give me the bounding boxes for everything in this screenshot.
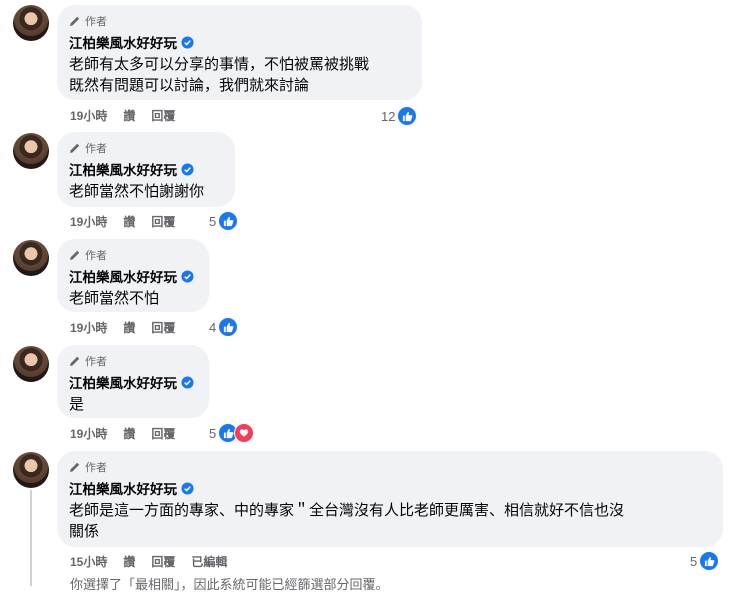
timestamp-link[interactable]: 19小時 (70, 213, 107, 230)
avatar[interactable] (13, 133, 49, 169)
filter-notice: 你選擇了「最相關」，因此系統可能已經篩選部分回覆。 (70, 577, 389, 592)
commenter-name[interactable]: 江柏樂風水好好玩 (69, 159, 177, 179)
author-badge: 作者 (69, 140, 223, 156)
comment-text: 老師當然不怕謝謝你 (69, 183, 205, 200)
reaction-summary[interactable]: 5 (209, 211, 239, 231)
comment-bubble: 作者 江柏樂風水好好玩 老師有太多可以分享的事情，不怕被罵被挑戰 既然有問題可以… (57, 5, 422, 100)
verified-badge-icon (181, 481, 194, 495)
like-reaction-icon (218, 211, 239, 231)
commenter-name[interactable]: 江柏樂風水好好玩 (69, 372, 177, 392)
author-badge: 作者 (69, 353, 197, 369)
comment-bubble: 作者 江柏樂風水好好玩 是 (57, 345, 209, 418)
timestamp-link[interactable]: 15小時 (70, 553, 107, 570)
reply-button[interactable]: 回覆 (151, 319, 175, 336)
pencil-icon (70, 16, 80, 26)
comment-text: 老師是這一方面的專家、中的專家＂全台灣沒有人比老師更厲害、相信就好不信也沒 關係 (69, 502, 625, 540)
reaction-count: 12 (381, 108, 396, 124)
verified-badge-icon (181, 269, 194, 283)
commenter-name[interactable]: 江柏樂風水好好玩 (69, 32, 177, 52)
comment-bubble: 作者 江柏樂風水好好玩 老師當然不怕 (57, 239, 209, 312)
reaction-summary[interactable]: 5 (209, 423, 255, 443)
timestamp-link[interactable]: 19小時 (70, 425, 107, 442)
reply-button[interactable]: 回覆 (151, 553, 175, 570)
verified-badge-icon (181, 35, 194, 49)
like-reaction-icon (218, 317, 239, 337)
commenter-name[interactable]: 江柏樂風水好好玩 (69, 478, 177, 498)
comment-actions: 19小時 讚 回覆 (70, 318, 191, 336)
comment-text: 老師當然不怕 (69, 290, 160, 307)
avatar[interactable] (13, 346, 49, 382)
edited-label: 已編輯 (191, 554, 228, 569)
avatar[interactable] (13, 452, 49, 488)
comment-text: 老師有太多可以分享的事情，不怕被罵被挑戰 既然有問題可以討論，我們就來討論 (69, 56, 370, 94)
author-badge-label: 作者 (85, 462, 107, 474)
reaction-count: 5 (690, 553, 698, 569)
like-button[interactable]: 讚 (123, 553, 135, 570)
reply-button[interactable]: 回覆 (151, 425, 175, 442)
reaction-summary[interactable]: 12 (381, 106, 418, 126)
reply-button[interactable]: 回覆 (151, 107, 175, 124)
comment-text: 是 (69, 396, 85, 413)
like-reaction-icon (699, 551, 720, 571)
like-button[interactable]: 讚 (123, 107, 135, 124)
comment-actions: 19小時 讚 回覆 (70, 106, 191, 124)
reply-button[interactable]: 回覆 (151, 213, 175, 230)
like-button[interactable]: 讚 (123, 425, 135, 442)
comment-bubble: 作者 江柏樂風水好好玩 老師當然不怕謝謝你 (57, 132, 235, 207)
reaction-count: 5 (209, 213, 217, 229)
verified-badge-icon (181, 375, 194, 389)
reaction-count: 5 (209, 425, 217, 441)
comment-actions: 19小時 讚 回覆 (70, 212, 191, 230)
pencil-icon (70, 462, 80, 472)
pencil-icon (70, 250, 80, 260)
author-badge: 作者 (69, 13, 410, 29)
timestamp-link[interactable]: 19小時 (70, 319, 107, 336)
commenter-name[interactable]: 江柏樂風水好好玩 (69, 266, 177, 286)
author-badge-label: 作者 (85, 16, 107, 28)
like-button[interactable]: 讚 (123, 319, 135, 336)
thread-line (30, 490, 32, 586)
pencil-icon (70, 143, 80, 153)
love-reaction-icon (234, 423, 255, 443)
like-reaction-icon (397, 106, 418, 126)
avatar[interactable] (13, 240, 49, 276)
comment-actions: 15小時 讚 回覆 已編輯 (70, 552, 243, 570)
pencil-icon (70, 356, 80, 366)
comment-actions: 19小時 讚 回覆 (70, 424, 191, 442)
verified-badge-icon (181, 162, 194, 176)
author-badge-label: 作者 (85, 356, 107, 368)
like-button[interactable]: 讚 (123, 213, 135, 230)
author-badge-label: 作者 (85, 143, 107, 155)
author-badge: 作者 (69, 459, 711, 475)
author-badge: 作者 (69, 247, 197, 263)
timestamp-link[interactable]: 19小時 (70, 107, 107, 124)
avatar[interactable] (13, 5, 49, 41)
comment-bubble: 作者 江柏樂風水好好玩 老師是這一方面的專家、中的專家＂全台灣沒有人比老師更厲害… (57, 451, 723, 547)
author-badge-label: 作者 (85, 250, 107, 262)
reaction-summary[interactable]: 4 (209, 317, 239, 337)
reaction-count: 4 (209, 319, 217, 335)
reaction-summary[interactable]: 5 (690, 551, 720, 571)
